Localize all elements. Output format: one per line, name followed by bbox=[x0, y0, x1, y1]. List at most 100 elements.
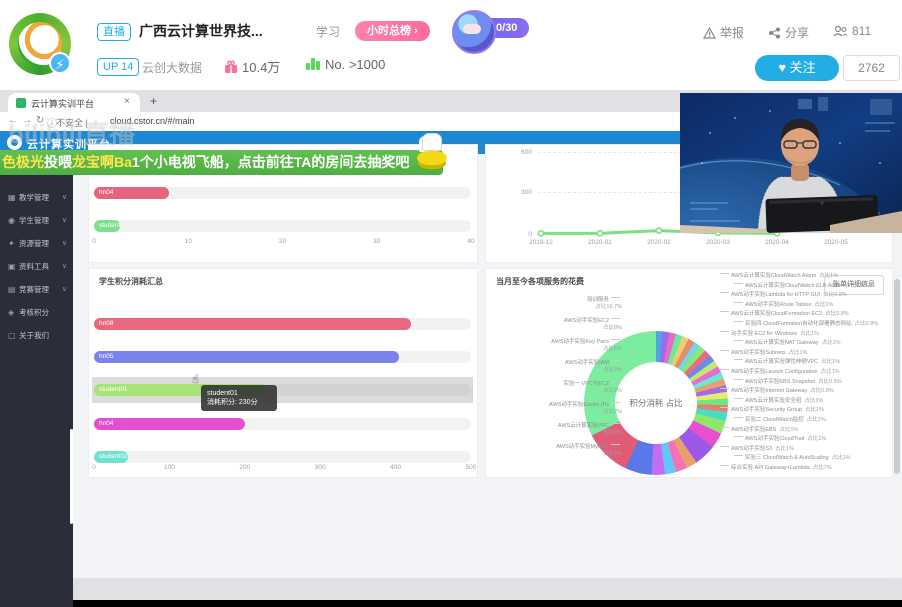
x-tick-label: 0 bbox=[92, 464, 96, 471]
pie-label: AWS动手实验IAM占比3% bbox=[565, 360, 622, 373]
pie-label: AWS云计算实验弹性伸缩VPC占比1% bbox=[732, 359, 840, 366]
bar-track: hn08 bbox=[94, 318, 471, 330]
screen: { "live_header": { "live_badge": "直播", "… bbox=[0, 0, 902, 607]
tab-favicon-icon bbox=[16, 98, 26, 108]
pie-label: 实验二 CloudWatch监控占比1% bbox=[732, 417, 826, 424]
app-sidebar: ▦教学管理∨◉学生管理∨✦资源管理∨▣资料工具∨▤竞赛管理∨◈考核积分▢关于我们 bbox=[0, 154, 73, 607]
bar-student02[interactable]: student02 bbox=[94, 220, 120, 232]
url-text[interactable]: cloud.cstor.cn/#/main bbox=[110, 116, 195, 126]
bar-hn05[interactable]: hn05 bbox=[94, 351, 399, 363]
pie-label: AWS动手实验S3占比1% bbox=[718, 446, 794, 453]
bar-track: student01 bbox=[94, 384, 471, 396]
chevron-down-icon: ∨ bbox=[62, 186, 67, 209]
tab-close-icon[interactable]: × bbox=[124, 96, 130, 107]
bar-track: hn04 bbox=[94, 187, 471, 199]
tooltip-name: student01 bbox=[207, 389, 271, 398]
sidebar-scrollbar[interactable] bbox=[70, 429, 73, 524]
warning-icon bbox=[703, 27, 716, 39]
bar-hn08[interactable]: hn08 bbox=[94, 318, 411, 330]
doc-icon: ▢ bbox=[8, 324, 19, 347]
x-tick-label: 40 bbox=[467, 238, 474, 245]
card-pie-chart: 当月至今各项服务的花费账单详细信息积分消耗 占比培训服务占比16.7%AWS动手… bbox=[485, 268, 893, 478]
sidebar-item-label: 学生管理 bbox=[19, 216, 49, 225]
pie-label: AWS动手实验Internet Gateway占比0.8% bbox=[718, 388, 834, 395]
medal-icon: ◈ bbox=[8, 301, 19, 324]
pie-label: AWS动手实验Key Pairs占比5% bbox=[551, 339, 622, 352]
browser-tab[interactable]: 云计算实训平台 × bbox=[8, 93, 140, 112]
sidebar-item-label: 竞赛管理 bbox=[19, 285, 49, 294]
x-tick-label: 500 bbox=[466, 464, 477, 471]
sidebar-item-4[interactable]: ▣资料工具∨ bbox=[0, 255, 73, 278]
x-tick-label: 200 bbox=[239, 464, 250, 471]
line-point bbox=[538, 231, 543, 236]
sidebar-item-label: 资料工具 bbox=[19, 262, 49, 271]
line-point bbox=[656, 228, 661, 233]
category-link[interactable]: 学习 bbox=[316, 23, 340, 40]
sidebar-item-6[interactable]: ◈考核积分 bbox=[0, 301, 73, 324]
user-icon: ◉ bbox=[8, 209, 19, 232]
viewers-icon bbox=[833, 25, 848, 37]
gift-banner[interactable]: 色极光投喂龙宝啊Ba1个小电视飞船，点击前往TA的房间去抽奖吧 bbox=[0, 150, 443, 175]
lottery-buzzer-icon[interactable] bbox=[414, 133, 450, 175]
hour-rank-badge[interactable]: 小时总榜 › bbox=[355, 21, 430, 41]
gift-count-value: 10.4万 bbox=[242, 60, 280, 75]
chevron-down-icon: ∨ bbox=[62, 278, 67, 301]
gift-count: 10.4万 bbox=[224, 57, 280, 76]
page-scrollbar-thumb[interactable] bbox=[894, 279, 900, 474]
sidebar-item-5[interactable]: ▤竞赛管理 ∨ bbox=[0, 278, 73, 301]
pie-label: AWS云计算实验安全组占比1% bbox=[732, 398, 823, 405]
follow-button[interactable]: ♥ 关注 bbox=[755, 55, 839, 81]
forward-icon[interactable]: → bbox=[22, 115, 32, 126]
chart-bars-icon bbox=[306, 58, 321, 70]
cursor-hand-icon: ☝ bbox=[192, 372, 199, 385]
folder-icon: ▣ bbox=[8, 255, 19, 278]
sidebar-item-label: 关于我们 bbox=[19, 331, 49, 340]
sidebar-item-label: 考核积分 bbox=[19, 308, 49, 317]
share-button[interactable]: 分享 bbox=[768, 24, 809, 41]
gift-banner-text: 色极光 bbox=[2, 154, 44, 170]
app-logo-icon bbox=[7, 135, 22, 150]
sidebar-item-label: 资源管理 bbox=[19, 239, 49, 248]
bar-student02[interactable]: student02 bbox=[94, 451, 128, 463]
gift-icon bbox=[224, 60, 238, 74]
sidebar-item-3[interactable]: ✦资源管理∨ bbox=[0, 232, 73, 255]
pie-label: AWS云计算实验CloudWatch ELB Alarm占比0.8% bbox=[732, 283, 869, 290]
line-point bbox=[597, 231, 602, 236]
pie-label: AWS动手实验Lambda for HTTP GUI占比0.8% bbox=[718, 292, 847, 299]
up-badge: UP 14 bbox=[97, 58, 139, 76]
bar-hn04[interactable]: hn04 bbox=[94, 187, 169, 199]
rank-avatar bbox=[452, 10, 496, 54]
x-tick-label: 10 bbox=[185, 238, 192, 245]
grid-icon: ▦ bbox=[8, 186, 19, 209]
reload-icon[interactable]: ↻ bbox=[36, 115, 44, 126]
chevron-down-icon: ∨ bbox=[62, 209, 67, 232]
share-label: 分享 bbox=[785, 26, 809, 40]
pie-label: AWS动手实验EBS Snapshot占比0.8% bbox=[732, 379, 842, 386]
bar-track: hn05 bbox=[94, 351, 471, 363]
bar-hn04[interactable]: hn04 bbox=[94, 418, 245, 430]
share-icon bbox=[768, 27, 781, 39]
x-tick-label: 100 bbox=[164, 464, 175, 471]
bar-track: student02 bbox=[94, 220, 471, 232]
url-security-label: 不安全 | bbox=[56, 116, 88, 129]
follow-count: 2762 bbox=[843, 55, 900, 81]
hover-tooltip: student01消耗积分: 230分 bbox=[201, 385, 277, 411]
pie-label: 实验一 VPC与EC2占比2% bbox=[563, 381, 622, 394]
rank-number-value: No. >1000 bbox=[325, 57, 385, 72]
sidebar-item-2[interactable]: ◉学生管理 ∨ bbox=[0, 209, 73, 232]
sidebar-item-1[interactable]: ▦教学管理∨ bbox=[0, 186, 73, 209]
x-tick-label: 20 bbox=[279, 238, 286, 245]
new-tab-button[interactable]: + bbox=[150, 94, 157, 108]
webcam-overlay bbox=[680, 93, 902, 233]
flask-icon: ✦ bbox=[8, 232, 19, 255]
x-tick-label: 400 bbox=[390, 464, 401, 471]
trophy-icon: ▤ bbox=[8, 278, 19, 301]
pie-center-label: 积分消耗 占比 bbox=[616, 397, 696, 409]
back-icon[interactable]: ← bbox=[8, 115, 18, 126]
report-button[interactable]: 举报 bbox=[703, 24, 744, 41]
sidebar-item-7[interactable]: ▢关于我们 bbox=[0, 324, 73, 347]
gift-banner-text: 1个小电视飞船，点击前往TA的房间去抽奖吧 bbox=[132, 154, 409, 170]
up-name[interactable]: 云创大数据 bbox=[142, 59, 202, 76]
room-title: 广西云计算世界技... bbox=[139, 21, 263, 41]
chart-title: 学生积分消耗汇总 bbox=[99, 276, 163, 287]
